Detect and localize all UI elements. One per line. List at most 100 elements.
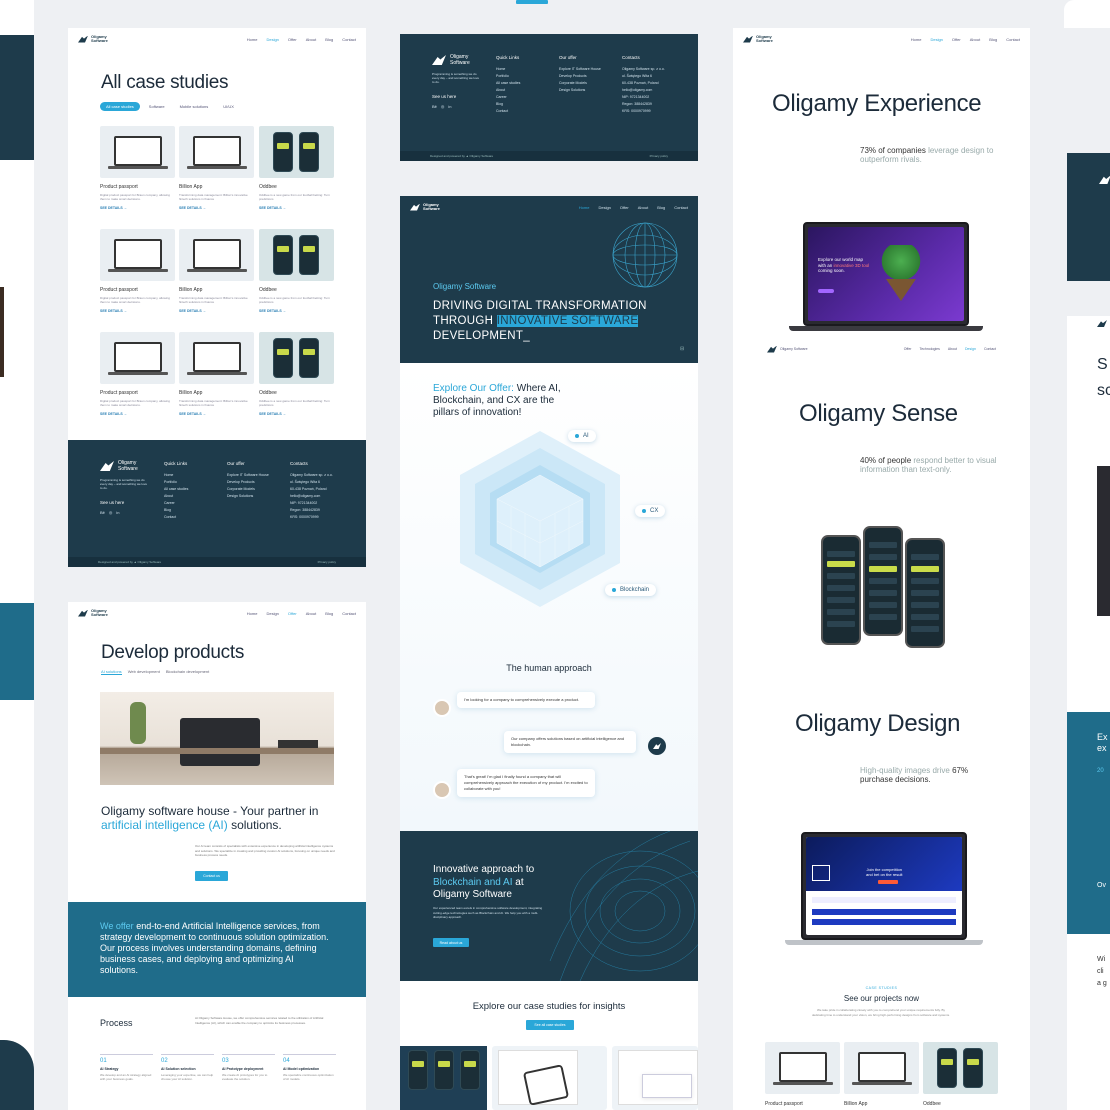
brand-logo[interactable]: Oligamy Software bbox=[410, 203, 445, 211]
see-details-link[interactable]: SEE DETAILS → bbox=[259, 412, 334, 416]
brand-logo[interactable]: Oligamy Software bbox=[767, 345, 808, 353]
footer-link[interactable]: Develop Products bbox=[559, 73, 601, 80]
tab-blockchain[interactable]: Blockchain development bbox=[166, 669, 209, 675]
nav-blog[interactable]: Blog bbox=[325, 611, 333, 616]
nav-contact[interactable]: Contact bbox=[984, 347, 996, 351]
nav-contact[interactable]: Contact bbox=[342, 37, 356, 42]
nav-about[interactable]: About bbox=[970, 37, 980, 42]
nav-about[interactable]: About bbox=[638, 205, 648, 210]
nav-home[interactable]: Home bbox=[911, 37, 922, 42]
footer-link[interactable]: Home bbox=[164, 472, 188, 479]
see-details-link[interactable]: SEE DETAILS → bbox=[100, 412, 175, 416]
nav-design[interactable]: Design bbox=[598, 205, 610, 210]
nav-home[interactable]: Home bbox=[247, 37, 258, 42]
footer-link[interactable]: Portfolio bbox=[164, 479, 188, 486]
footer-link[interactable]: Home bbox=[496, 66, 520, 73]
case-card[interactable]: Billion App Transforming data management… bbox=[179, 126, 254, 210]
nav-blog[interactable]: Blog bbox=[989, 37, 997, 42]
nav-design[interactable]: Design bbox=[266, 37, 278, 42]
nav-design[interactable]: Design bbox=[965, 347, 976, 351]
filter-software[interactable]: Software bbox=[143, 102, 171, 111]
read-about-us-button[interactable]: Read about us bbox=[433, 938, 469, 947]
privacy-link[interactable]: Privacy policy bbox=[650, 154, 668, 158]
see-details-link[interactable]: SEE DETAILS → bbox=[179, 412, 254, 416]
project-card[interactable]: Product passport bbox=[765, 1042, 840, 1107]
nav-offer[interactable]: Offer bbox=[288, 611, 297, 616]
footer-link[interactable]: Contact bbox=[164, 514, 188, 521]
nav-technologies[interactable]: Technologies bbox=[919, 347, 939, 351]
case-preview-billion[interactable] bbox=[492, 1046, 607, 1110]
privacy-link[interactable]: Privacy policy bbox=[318, 560, 336, 564]
tab-ai[interactable]: AI solutions bbox=[101, 669, 122, 675]
nav-offer[interactable]: Offer bbox=[620, 205, 629, 210]
project-card[interactable]: Oddbee bbox=[923, 1042, 998, 1107]
case-card[interactable]: Oddbee Oddbee is a new game from our foo… bbox=[259, 126, 334, 210]
case-card[interactable]: Product passport Digital product passpor… bbox=[100, 332, 175, 416]
see-details-link[interactable]: SEE DETAILS → bbox=[259, 206, 334, 210]
scroll-icon[interactable]: ⊟ bbox=[680, 346, 684, 352]
filter-all[interactable]: All case studies bbox=[100, 102, 140, 111]
nav-contact[interactable]: Contact bbox=[674, 205, 688, 210]
case-card[interactable]: Billion App Transforming data management… bbox=[179, 332, 254, 416]
footer-link[interactable]: Explore IT Software House bbox=[559, 66, 601, 73]
footer-link[interactable]: Design Solutions bbox=[559, 87, 601, 94]
contact-email[interactable]: hello@oligamy.com bbox=[290, 493, 333, 500]
nav-about[interactable]: About bbox=[306, 611, 316, 616]
footer-credit-brand[interactable]: Oligamy Software bbox=[138, 560, 162, 564]
linkedin-icon[interactable]: in bbox=[448, 104, 451, 109]
footer-logo[interactable]: Oligamy Software bbox=[432, 54, 478, 66]
see-details-link[interactable]: SEE DETAILS → bbox=[179, 206, 254, 210]
footer-link[interactable]: About bbox=[496, 87, 520, 94]
footer-credit-brand[interactable]: Oligamy Software bbox=[470, 154, 494, 158]
nav-design[interactable]: Design bbox=[266, 611, 278, 616]
tab-web[interactable]: Web development bbox=[128, 669, 160, 675]
behance-icon[interactable]: Bē bbox=[100, 510, 105, 515]
nav-contact[interactable]: Contact bbox=[1006, 37, 1020, 42]
brand-logo[interactable]: Oligamy Software bbox=[78, 35, 113, 43]
footer-link[interactable]: Design Solutions bbox=[227, 493, 269, 500]
nav-about[interactable]: About bbox=[948, 347, 957, 351]
case-card[interactable]: Oddbee Oddbee is a new game from our foo… bbox=[259, 332, 334, 416]
see-details-link[interactable]: SEE DETAILS → bbox=[100, 206, 175, 210]
footer-link[interactable]: Blog bbox=[496, 101, 520, 108]
see-details-link[interactable]: SEE DETAILS → bbox=[259, 309, 334, 313]
project-card[interactable]: Billion App bbox=[844, 1042, 919, 1107]
case-card[interactable]: Billion App Transforming data management… bbox=[179, 229, 254, 313]
footer-link[interactable]: Explore IT Software House bbox=[227, 472, 269, 479]
contact-us-button[interactable]: Contact us bbox=[195, 871, 228, 881]
contact-email[interactable]: hello@oligamy.com bbox=[622, 87, 665, 94]
nav-home[interactable]: Home bbox=[247, 611, 258, 616]
footer-link[interactable]: Corporate Models bbox=[227, 486, 269, 493]
footer-link[interactable]: Portfolio bbox=[496, 73, 520, 80]
see-all-case-studies-button[interactable]: See all case studies bbox=[526, 1020, 574, 1030]
nav-offer[interactable]: Offer bbox=[288, 37, 297, 42]
nav-blog[interactable]: Blog bbox=[325, 37, 333, 42]
nav-blog[interactable]: Blog bbox=[657, 205, 665, 210]
nav-design[interactable]: Design bbox=[930, 37, 942, 42]
dribbble-icon[interactable]: ◎ bbox=[441, 104, 445, 109]
footer-link[interactable]: Contact bbox=[496, 108, 520, 115]
filter-mobile[interactable]: Mobile solutions bbox=[174, 102, 215, 111]
footer-link[interactable]: All case studies bbox=[164, 486, 188, 493]
behance-icon[interactable]: Bē bbox=[432, 104, 437, 109]
dribbble-icon[interactable]: ◎ bbox=[109, 510, 113, 515]
tag-cx[interactable]: CX bbox=[635, 505, 666, 517]
case-preview-passport[interactable] bbox=[612, 1046, 698, 1110]
see-details-link[interactable]: SEE DETAILS → bbox=[100, 309, 175, 313]
footer-link[interactable]: Corporate Models bbox=[559, 80, 601, 87]
linkedin-icon[interactable]: in bbox=[116, 510, 119, 515]
case-card[interactable]: Product passport Digital product passpor… bbox=[100, 126, 175, 210]
brand-logo[interactable]: Oligamy Software bbox=[78, 609, 113, 617]
footer-link[interactable]: Career bbox=[164, 500, 188, 507]
footer-link[interactable]: All case studies bbox=[496, 80, 520, 87]
nav-about[interactable]: About bbox=[306, 37, 316, 42]
footer-link[interactable]: About bbox=[164, 493, 188, 500]
footer-link[interactable]: Career bbox=[496, 94, 520, 101]
see-details-link[interactable]: SEE DETAILS → bbox=[179, 309, 254, 313]
footer-link[interactable]: Blog bbox=[164, 507, 188, 514]
filter-uiux[interactable]: UI/UX bbox=[217, 102, 240, 111]
case-card[interactable]: Product passport Digital product passpor… bbox=[100, 229, 175, 313]
nav-offer[interactable]: Offer bbox=[904, 347, 912, 351]
footer-logo[interactable]: Oligamy Software bbox=[100, 460, 146, 472]
footer-link[interactable]: Develop Products bbox=[227, 479, 269, 486]
